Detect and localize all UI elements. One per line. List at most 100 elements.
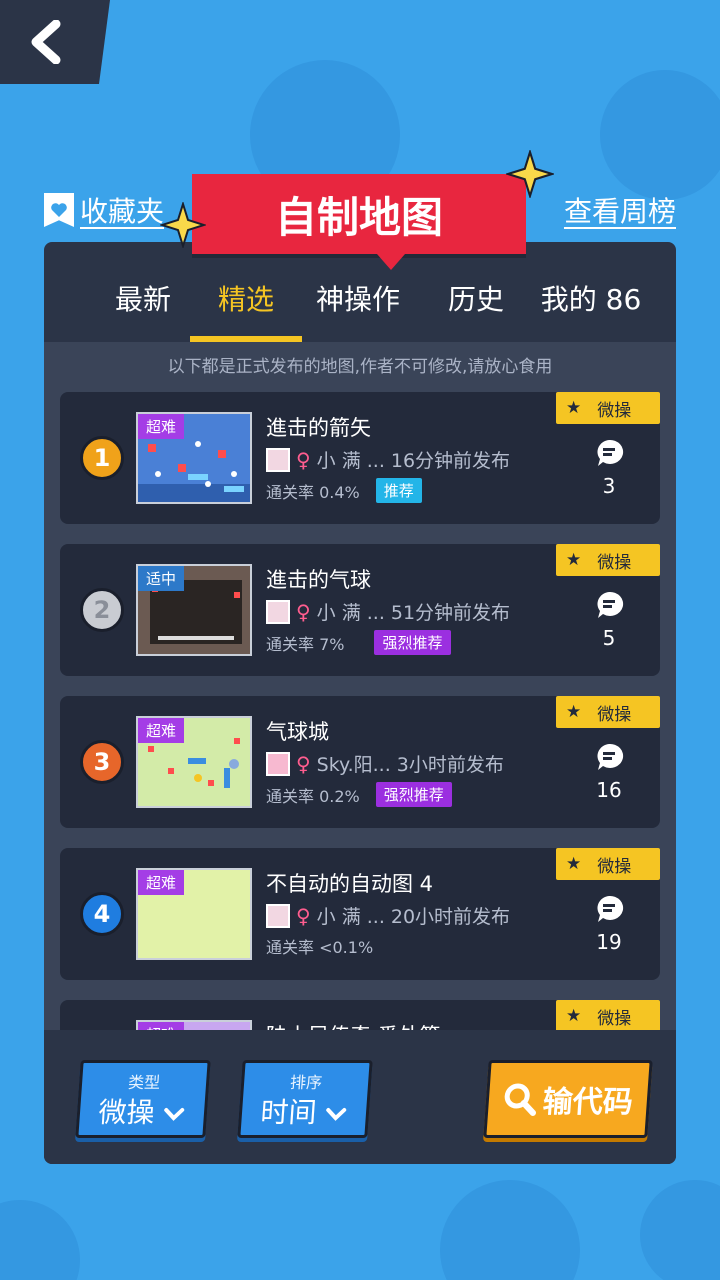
map-title: 气球城 xyxy=(266,720,329,744)
tab-featured[interactable]: 精选 xyxy=(202,278,290,318)
rank-badge: 4 xyxy=(80,892,124,936)
publish-time: 3小时前发布 xyxy=(396,754,504,776)
comment-button[interactable]: 19 xyxy=(594,894,624,954)
author-name: Sky.阳... xyxy=(316,754,391,776)
bookmark-heart-icon xyxy=(44,193,74,227)
tab-bar: 最新 精选 神操作 历史 我的 86 xyxy=(44,242,676,342)
map-card[interactable]: 1 超难 進击的箭矢 ♀ 小 满 ... 16分钟前发布 通关率 0.4% 推荐… xyxy=(60,392,660,524)
map-thumbnail[interactable]: 超难 xyxy=(136,716,252,808)
back-button[interactable] xyxy=(0,0,110,84)
type-tag: ★ 微操 xyxy=(556,392,660,424)
difficulty-tag: 超难 xyxy=(138,1022,185,1030)
map-title: 陆小凤传奇 番外篇: xyxy=(266,1020,448,1030)
tab-history[interactable]: 历史 xyxy=(428,278,524,318)
comment-count: 16 xyxy=(596,778,622,802)
sort-filter-button[interactable]: 排序 时间 xyxy=(237,1060,373,1138)
comment-icon xyxy=(597,591,624,618)
type-filter-button[interactable]: 类型 微操 xyxy=(75,1060,211,1138)
female-icon: ♀ xyxy=(296,599,311,624)
map-thumbnail[interactable]: 超难 xyxy=(136,412,252,504)
publish-time: 20小时前发布 xyxy=(390,906,511,928)
map-list[interactable]: 1 超难 進击的箭矢 ♀ 小 满 ... 16分钟前发布 通关率 0.4% 推荐… xyxy=(44,390,676,1030)
tab-god-ops[interactable]: 神操作 xyxy=(308,278,408,318)
author-name: 小 满 ... xyxy=(316,450,385,472)
sparkle-icon xyxy=(506,150,554,198)
rate-row: 通关率 7% 强烈推荐 xyxy=(266,630,451,655)
page-title: 自制地图 xyxy=(192,174,526,270)
difficulty-tag: 超难 xyxy=(138,414,185,439)
comment-icon xyxy=(597,895,624,922)
enter-code-label: 输代码 xyxy=(541,1085,634,1120)
type-tag: ★ 微操 xyxy=(556,696,660,728)
rank-badge: 2 xyxy=(80,588,124,632)
rank-badge: 1 xyxy=(80,436,124,480)
rate-row: 通关率 <0.1% xyxy=(266,934,373,958)
star-icon: ★ xyxy=(566,854,582,874)
comment-button[interactable]: 3 xyxy=(594,438,624,498)
author-name: 小 满 ... xyxy=(316,906,385,928)
type-label: 微操 xyxy=(597,704,632,725)
comment-button[interactable]: 16 xyxy=(594,742,624,802)
rate-row: 通关率 0.2% 强烈推荐 xyxy=(266,782,452,807)
chevron-down-icon xyxy=(164,1108,185,1121)
map-card[interactable]: 4 超难 不自动的自动图 4 ♀ 小 满 ... 20小时前发布 通关率 <0.… xyxy=(60,848,660,980)
sparkle-icon xyxy=(160,202,206,248)
sort-value: 时间 xyxy=(241,1091,368,1131)
map-thumbnail[interactable]: 适中 xyxy=(136,564,252,656)
type-tag: ★ 微操 xyxy=(556,1000,660,1030)
sort-caption: 排序 xyxy=(289,1073,323,1092)
author-row: ♀ 小 满 ... 20小时前发布 xyxy=(266,902,510,929)
star-icon: ★ xyxy=(566,702,582,722)
type-caption: 类型 xyxy=(127,1073,161,1092)
map-list-panel: 最新 精选 神操作 历史 我的 86 以下都是正式发布的地图,作者不可修改,请放… xyxy=(44,242,676,1164)
tab-mine[interactable]: 我的 86 xyxy=(536,278,646,318)
map-title: 進击的箭矢 xyxy=(266,416,371,440)
comment-button[interactable]: 5 xyxy=(594,590,624,650)
difficulty-tag: 适中 xyxy=(138,566,185,591)
avatar xyxy=(266,903,290,928)
pass-rate: 通关率 0.2% xyxy=(266,786,360,806)
map-thumbnail[interactable]: 超难 xyxy=(136,1020,252,1030)
type-label: 微操 xyxy=(597,1008,632,1029)
avatar xyxy=(266,751,290,776)
type-tag: ★ 微操 xyxy=(556,848,660,880)
search-icon xyxy=(504,1083,537,1116)
chevron-left-icon xyxy=(31,20,61,64)
type-label: 微操 xyxy=(597,400,632,421)
weekly-ranking-link[interactable]: 查看周榜 xyxy=(564,190,676,230)
tab-latest[interactable]: 最新 xyxy=(100,278,186,318)
map-card[interactable]: 2 适中 進击的气球 ♀ 小 满 ... 51分钟前发布 通关率 7% 强烈推荐… xyxy=(60,544,660,676)
favorites-label: 收藏夹 xyxy=(80,195,165,228)
star-icon: ★ xyxy=(566,398,582,418)
comment-count: 5 xyxy=(602,626,616,650)
map-title: 不自动的自动图 4 xyxy=(266,872,434,896)
pass-rate: 通关率 0.4% xyxy=(266,482,360,502)
type-value: 微操 xyxy=(79,1091,206,1131)
comment-count: 19 xyxy=(596,930,622,954)
author-row: ♀ 小 满 ... 51分钟前发布 xyxy=(266,598,510,625)
author-row: ♀ Sky.阳... 3小时前发布 xyxy=(266,750,504,777)
author-name: 小 满 ... xyxy=(316,602,385,624)
map-card[interactable]: 超难 陆小凤传奇 番外篇: ★ 微操 xyxy=(60,1000,660,1030)
type-label: 微操 xyxy=(597,552,632,573)
rate-row: 通关率 0.4% 推荐 xyxy=(266,478,422,503)
comment-icon xyxy=(597,439,624,466)
author-row: ♀ 小 满 ... 16分钟前发布 xyxy=(266,446,510,473)
publish-time: 16分钟前发布 xyxy=(390,450,511,472)
difficulty-tag: 超难 xyxy=(138,718,185,743)
map-thumbnail[interactable]: 超难 xyxy=(136,868,252,960)
enter-code-button[interactable]: 输代码 xyxy=(483,1060,653,1138)
recommend-tag: 强烈推荐 xyxy=(374,630,451,655)
star-icon: ★ xyxy=(566,1006,582,1026)
rank-badge: 3 xyxy=(80,740,124,784)
notice-text: 以下都是正式发布的地图,作者不可修改,请放心食用 xyxy=(44,342,676,390)
map-card[interactable]: 3 超难 气球城 ♀ Sky.阳... 3小时前发布 通关率 0.2% 强烈推荐… xyxy=(60,696,660,828)
star-icon: ★ xyxy=(566,550,582,570)
type-label: 微操 xyxy=(597,856,632,877)
comment-icon xyxy=(597,743,624,770)
avatar xyxy=(266,447,290,472)
bottom-toolbar: 类型 微操 排序 时间 输代码 xyxy=(44,1030,676,1164)
publish-time: 51分钟前发布 xyxy=(390,602,511,624)
chevron-down-icon xyxy=(326,1108,347,1121)
favorites-link[interactable]: 收藏夹 xyxy=(44,190,164,230)
